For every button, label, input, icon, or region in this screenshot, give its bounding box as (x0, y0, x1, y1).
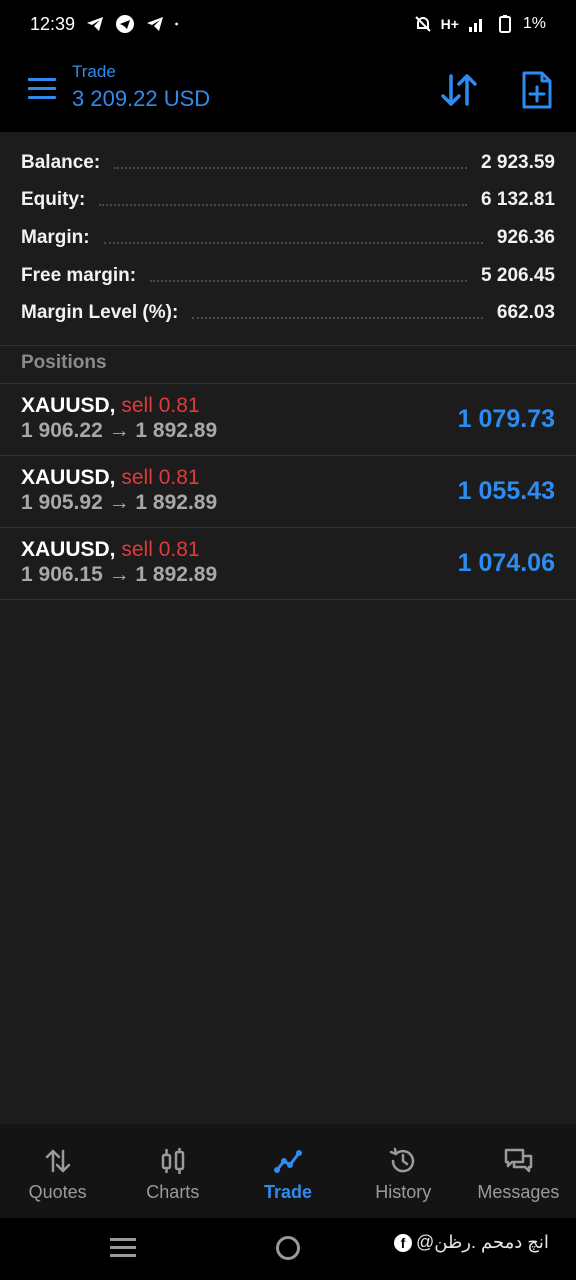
menu-icon[interactable] (28, 78, 56, 100)
telegram-icon (87, 17, 104, 31)
page-title: Trade (72, 62, 116, 81)
nav-messages[interactable]: Messages (461, 1124, 576, 1218)
new-order-icon[interactable] (520, 70, 554, 110)
trade-icon (274, 1150, 302, 1173)
summary-row-balance: Balance: 2 923.59 (0, 144, 576, 182)
position-direction: sell 0.81 (121, 394, 200, 417)
position-profit: 1 079.73 (457, 405, 555, 433)
battery-icon (498, 15, 511, 33)
watermark-text: انچ دمحم .رظن@ (416, 1232, 549, 1252)
dotted-leader (192, 317, 483, 320)
mute-bell-icon (414, 16, 431, 32)
position-profit: 1 074.06 (457, 549, 555, 577)
summary-label: Free margin: (21, 264, 137, 286)
status-bar: 12:39 H+ 1% (0, 0, 576, 48)
position-symbol: XAUUSD, (21, 538, 116, 561)
summary-value: 926.36 (496, 226, 555, 248)
bottom-navigation: Quotes Charts Trade History Messages (0, 1124, 576, 1218)
summary-row-margin: Margin: 926.36 (0, 219, 576, 257)
system-navigation-bar: f انچ دمحم .رظن@ (0, 1218, 576, 1280)
status-right: H+ 1% (413, 14, 546, 34)
position-direction: sell 0.81 (121, 466, 200, 489)
sort-icon[interactable] (440, 72, 478, 108)
summary-value: 6 132.81 (481, 189, 555, 211)
messages-icon (505, 1148, 533, 1173)
notification-dot-icon (175, 22, 179, 26)
watermark: f انچ دمحم .رظن@ (394, 1232, 549, 1253)
nav-label: History (375, 1182, 432, 1202)
summary-value: 2 923.59 (481, 151, 555, 173)
nav-charts[interactable]: Charts (115, 1124, 230, 1218)
network-type: H+ (440, 16, 459, 32)
nav-label: Charts (146, 1182, 200, 1202)
summary-row-equity: Equity: 6 132.81 (0, 182, 576, 220)
facebook-icon: f (394, 1233, 412, 1252)
clock: 12:39 (30, 13, 76, 34)
header-title-group: Trade 3 209.22 USD (72, 62, 210, 112)
positions-heading: Positions (21, 352, 107, 373)
home-button[interactable] (276, 1236, 300, 1260)
telegram-icon-2 (147, 17, 164, 31)
summary-label: Margin: (21, 226, 90, 248)
summary-row-free-margin: Free margin: 5 206.45 (0, 257, 576, 295)
summary-label: Balance: (21, 151, 101, 173)
quotes-icon (45, 1149, 70, 1173)
positions-section-header: Positions (0, 346, 576, 384)
charts-icon (161, 1148, 185, 1174)
summary-value: 662.03 (496, 302, 555, 324)
position-symbol: XAUUSD, (21, 394, 116, 417)
position-row[interactable]: XAUUSD, sell 0.81 1 905.92 → 1 892.89 1 … (0, 456, 576, 528)
account-balance-subtitle: 3 209.22 USD (72, 86, 211, 111)
position-symbol: XAUUSD, (21, 466, 116, 489)
positions-list: XAUUSD, sell 0.81 1 906.22 → 1 892.89 1 … (0, 384, 576, 600)
summary-row-margin-level: Margin Level (%): 662.03 (0, 294, 576, 332)
status-left: 12:39 (30, 14, 183, 35)
nav-label: Trade (263, 1182, 313, 1202)
dotted-leader (150, 279, 468, 282)
summary-value: 5 206.45 (481, 264, 555, 286)
account-summary: Balance: 2 923.59 Equity: 6 132.81 Margi… (0, 132, 576, 346)
recent-apps-button[interactable] (110, 1238, 136, 1258)
app-header: Trade 3 209.22 USD (0, 48, 576, 132)
battery-level: 1% (522, 15, 546, 32)
nav-quotes[interactable]: Quotes (0, 1124, 115, 1218)
telegram-circle-icon (116, 15, 135, 33)
history-icon (389, 1147, 415, 1173)
nav-history[interactable]: History (346, 1124, 461, 1218)
nav-trade[interactable]: Trade (230, 1124, 345, 1218)
summary-label: Margin Level (%): (21, 302, 179, 324)
position-row[interactable]: XAUUSD, sell 0.81 1 906.15 → 1 892.89 1 … (0, 528, 576, 600)
dotted-leader (99, 204, 468, 207)
position-direction: sell 0.81 (121, 538, 200, 561)
dotted-leader (103, 241, 483, 244)
summary-label: Equity: (21, 189, 86, 211)
nav-label: Messages (477, 1182, 560, 1202)
position-profit: 1 055.43 (457, 477, 555, 505)
signal-icon (468, 19, 482, 32)
dotted-leader (114, 166, 468, 169)
nav-label: Quotes (28, 1182, 87, 1202)
position-row[interactable]: XAUUSD, sell 0.81 1 906.22 → 1 892.89 1 … (0, 384, 576, 456)
